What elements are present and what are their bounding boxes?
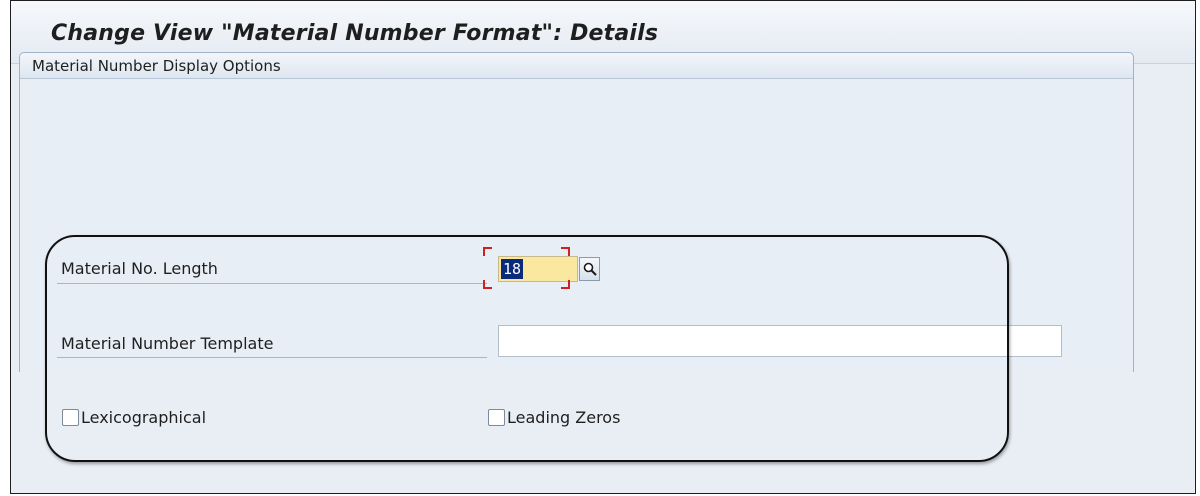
group-header: Material Number Display Options	[20, 53, 1133, 79]
template-label: Material Number Template	[61, 334, 274, 353]
focus-marker	[483, 280, 492, 289]
material-length-label: Material No. Length	[61, 259, 218, 278]
focus-marker	[561, 247, 570, 256]
page-title: Change View "Material Number Format": De…	[51, 21, 659, 46]
sap-window: Change View "Material Number Format": De…	[10, 0, 1196, 494]
lexicographical-label: Lexicographical	[81, 408, 207, 427]
label-underline	[57, 283, 487, 284]
display-options-group: Material Number Display Options	[19, 52, 1134, 372]
leading-zeros-label: Leading Zeros	[507, 408, 621, 427]
focus-marker	[561, 280, 570, 289]
label-underline	[57, 357, 487, 358]
focus-marker	[483, 247, 492, 256]
template-input[interactable]	[498, 325, 1062, 357]
material-length-value: 18	[501, 259, 524, 279]
lexicographical-checkbox[interactable]	[62, 409, 79, 426]
search-icon	[583, 262, 597, 276]
leading-zeros-checkbox[interactable]	[488, 409, 505, 426]
material-length-field[interactable]: 18	[498, 256, 578, 282]
group-title: Material Number Display Options	[32, 57, 281, 75]
value-help-button[interactable]	[579, 257, 600, 281]
